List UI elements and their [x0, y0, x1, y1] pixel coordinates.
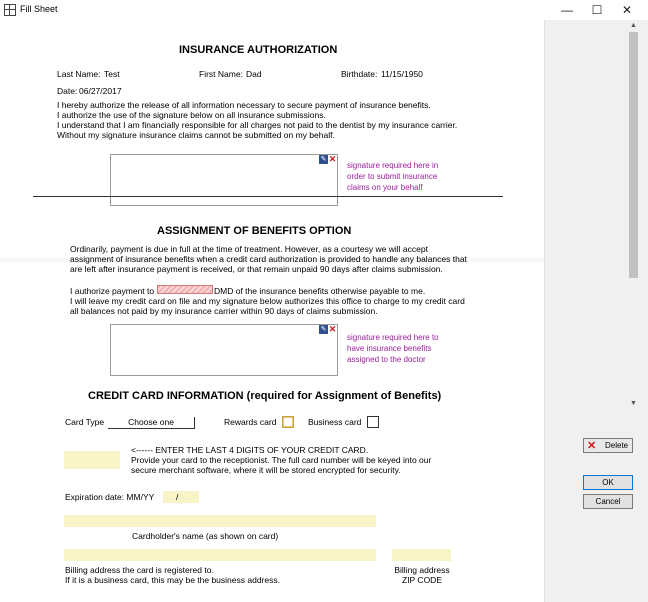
billing-line: If it is a business card, this may be th…	[65, 575, 280, 585]
billing-zip-label: Billing address ZIP CODE	[394, 565, 450, 585]
auth-line: I hereby authorize the release of all in…	[57, 100, 431, 110]
authorize-suffix: DMD of the insurance benefits otherwise …	[214, 286, 426, 296]
last-name-label: Last Name:	[57, 69, 101, 79]
credit-title: CREDIT CARD INFORMATION (required for As…	[88, 390, 442, 402]
scroll-up-icon[interactable]: ▲	[627, 20, 640, 32]
delete-x-icon: ✕	[587, 440, 597, 452]
expiration-input[interactable]	[163, 491, 199, 503]
pen-icon[interactable]: ✎	[319, 325, 328, 334]
signature-tools: ✎ ✕	[319, 325, 337, 334]
auth-line: I understand that I am financially respo…	[57, 120, 458, 130]
insurance-signature-box[interactable]: ✎ ✕	[110, 154, 338, 206]
vertical-scrollbar[interactable]: ▲ ▼	[627, 20, 640, 410]
authorize-prefix: I authorize payment to	[70, 286, 155, 296]
clear-x-icon[interactable]: ✕	[328, 155, 337, 164]
window-title: Fill Sheet	[20, 4, 58, 14]
signature-tools: ✎ ✕	[319, 155, 337, 164]
billing-zip-line: Billing address	[394, 565, 450, 575]
pen-icon[interactable]: ✎	[319, 155, 328, 164]
minimize-button[interactable]: —	[552, 0, 582, 20]
cancel-button[interactable]: Cancel	[583, 494, 633, 509]
note-line: signature required here to	[347, 333, 439, 342]
assignment-line: all balances not paid by my insurance ca…	[70, 306, 378, 316]
instruction-line: Provide your card to the receptionist. T…	[131, 455, 432, 465]
delete-button[interactable]: ✕ Delete	[583, 438, 633, 453]
last-name-value[interactable]: Test	[104, 69, 120, 79]
rewards-card-checkbox[interactable]	[282, 416, 294, 428]
assignment-signature-box[interactable]: ✎ ✕	[110, 324, 338, 376]
card-type-select[interactable]: Choose one	[108, 417, 195, 429]
note-line: assigned to the doctor	[347, 355, 426, 364]
first-name-value[interactable]: Dad	[246, 69, 262, 79]
app-grid-icon	[4, 4, 16, 16]
auth-title: INSURANCE AUTHORIZATION	[179, 44, 338, 56]
note-line: claims on your behalf	[347, 183, 423, 192]
date-value[interactable]: 06/27/2017	[79, 86, 122, 96]
assignment-line: assignment of insurance benefits when a …	[70, 254, 467, 264]
billing-address-label: Billing address the card is registered t…	[65, 565, 280, 585]
date-label: Date:	[57, 86, 78, 96]
auth-line: Without my signature insurance claims ca…	[57, 130, 335, 140]
billing-zip-line: ZIP CODE	[402, 575, 442, 585]
billing-line: Billing address the card is registered t…	[65, 565, 214, 575]
ok-button[interactable]: OK	[583, 475, 633, 490]
billing-zip-input[interactable]	[392, 549, 451, 561]
birthdate-value[interactable]: 11/15/1950	[381, 69, 423, 79]
delete-label: Delete	[605, 441, 629, 450]
scroll-down-icon[interactable]: ▼	[627, 398, 640, 410]
cardholder-name-label: Cardholder's name (as shown on card)	[132, 531, 279, 541]
instruction-line: <------ ENTER THE LAST 4 DIGITS OF YOUR …	[131, 445, 369, 455]
expiration-label: Expiration date: MM/YY	[65, 492, 155, 502]
instruction-line: secure merchant software, where it will …	[131, 465, 401, 475]
assignment-paragraph: Ordinarily, payment is due in full at th…	[70, 244, 467, 274]
maximize-button[interactable]: ☐	[582, 0, 612, 20]
billing-address-input[interactable]	[64, 549, 376, 561]
note-line: order to submit insurance	[347, 172, 438, 181]
assignment-title: ASSIGNMENT OF BENEFITS OPTION	[157, 225, 352, 237]
assignment-line: are left after insurance payment is rece…	[70, 264, 443, 274]
assignment-signature-note: signature required here to have insuranc…	[347, 332, 439, 365]
card-type-label: Card Type	[65, 417, 105, 427]
business-card-label: Business card	[308, 417, 362, 427]
assignment-line: Ordinarily, payment is due in full at th…	[70, 244, 428, 254]
rewards-card-label: Rewards card	[224, 417, 277, 427]
birthdate-label: Birthdate:	[341, 69, 378, 79]
auth-paragraph: I hereby authorize the release of all in…	[57, 100, 457, 140]
last4-input[interactable]	[64, 451, 120, 469]
note-line: signature required here in	[347, 161, 439, 170]
assignment-line: I will leave my credit card on file and …	[70, 296, 465, 306]
last4-instructions: <------ ENTER THE LAST 4 DIGITS OF YOUR …	[131, 445, 431, 475]
business-card-checkbox[interactable]	[367, 416, 379, 428]
clear-x-icon[interactable]: ✕	[328, 325, 337, 334]
section-divider	[33, 196, 503, 197]
cardholder-name-input[interactable]	[64, 515, 376, 527]
title-bar: Fill Sheet — ☐ ✕	[0, 0, 648, 20]
assignment-paragraph-2: I will leave my credit card on file and …	[70, 296, 465, 316]
first-name-label: First Name:	[199, 69, 243, 79]
note-line: have insurance benefits	[347, 344, 432, 353]
dentist-name-field[interactable]	[157, 285, 213, 294]
insurance-signature-note: signature required here in order to subm…	[347, 160, 438, 193]
scroll-thumb[interactable]	[629, 32, 638, 278]
expiration-separator: /	[176, 492, 179, 502]
close-button[interactable]: ✕	[612, 0, 642, 20]
auth-line: I authorize the use of the signature bel…	[57, 110, 326, 120]
